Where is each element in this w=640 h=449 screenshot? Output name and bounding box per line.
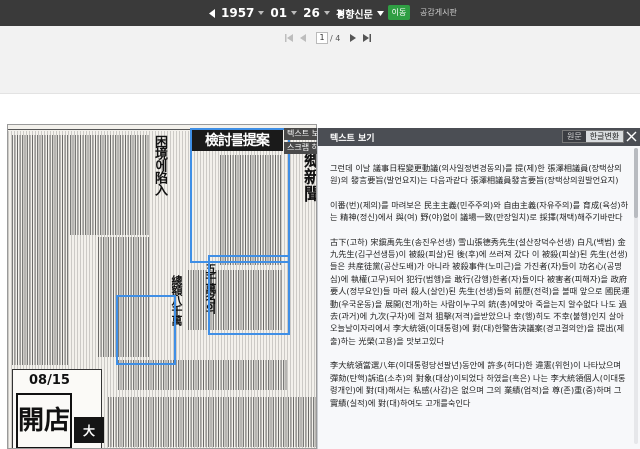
- day-dropdown-toggle[interactable]: [322, 11, 330, 15]
- article-highlight[interactable]: [116, 295, 176, 365]
- pager-bar: 1 / 4: [0, 26, 640, 94]
- newspaper-select[interactable]: 경향신문: [336, 5, 384, 21]
- headline-vertical: 困境에陷入: [152, 135, 167, 195]
- text-panel-header: 텍스트 보기 원문 한글변환: [318, 128, 640, 146]
- text-mode-tabs: 원문 한글변환: [562, 130, 625, 143]
- last-page-icon: [363, 34, 372, 42]
- article-paragraph: 古下(고하) 宋鎭禹先生(송진우선생) 雪山張德秀先生(설산장덕수선생) 白凡(…: [330, 236, 630, 346]
- page-navigator: 1 / 4: [282, 30, 374, 46]
- article-text-block: [70, 135, 150, 235]
- text-panel-scrollbar[interactable]: [634, 148, 638, 444]
- next-page-button[interactable]: [346, 31, 360, 45]
- scrollbar-thumb[interactable]: [634, 148, 638, 218]
- article-highlight[interactable]: [208, 255, 290, 335]
- page-total: / 4: [330, 33, 341, 43]
- ad-date: 08/15: [29, 373, 70, 388]
- next-page-icon: [350, 34, 357, 42]
- prev-page-button[interactable]: [296, 31, 310, 45]
- newspaper-page-image[interactable]: 困境에陷入 五千萬名의 總額八千萬 檢討를提案 郷新聞 08/15 開店 大: [7, 124, 317, 449]
- article-paragraph: 이番(번)(제의)를 마려보은 民主主義(민주주의)와 自由主義(자유주의)를 …: [330, 199, 629, 223]
- year-dropdown-toggle[interactable]: [256, 11, 265, 15]
- month-select[interactable]: 01: [270, 6, 287, 20]
- first-page-button[interactable]: [282, 31, 296, 45]
- page-number-input[interactable]: 1: [316, 32, 328, 44]
- text-panel-title: 텍스트 보기: [330, 134, 375, 144]
- date-navigator: 1957 01 26: [205, 0, 348, 26]
- ad-headline: 開店: [16, 393, 72, 448]
- prev-page-icon: [300, 34, 306, 42]
- article-text-block: [12, 135, 68, 365]
- article-text-block: [108, 397, 316, 447]
- article-paragraph: 李大統領當選八年(이대통령당선팔년)동안에 許多(허다)한 違憲(위헌)이 나타…: [330, 360, 626, 408]
- chevron-down-icon: [291, 11, 298, 15]
- go-button[interactable]: 이동: [388, 5, 410, 20]
- article-paragraph: 그런데 이날 議事日程變更動議(의사일정변경동의)를 提(제)한 張澤相議員(장…: [330, 163, 622, 186]
- ad-black-bar: 大: [74, 417, 104, 443]
- article-text-body: 그런데 이날 議事日程變更動議(의사일정변경동의)를 提(제)한 張澤相議員(장…: [330, 162, 630, 421]
- year-select[interactable]: 1957: [221, 6, 254, 20]
- first-page-icon: [285, 34, 293, 42]
- last-page-button[interactable]: [360, 31, 374, 45]
- top-nav-bar: 1957 01 26 경향신문 이동 공감게시판: [0, 0, 640, 26]
- chevron-down-icon: [376, 10, 384, 16]
- text-view-panel: 텍스트 보기 원문 한글변환 그런데 이날 議事日程變更動議(의사일정변경동의)…: [317, 128, 640, 449]
- chevron-down-icon: [258, 11, 265, 15]
- chevron-left-icon: [208, 8, 215, 18]
- article-highlight[interactable]: [190, 128, 290, 263]
- notice-board-link[interactable]: 공감게시판: [420, 7, 457, 18]
- day-select[interactable]: 26: [303, 6, 320, 20]
- close-icon[interactable]: [626, 131, 637, 142]
- tab-original[interactable]: 원문: [563, 131, 586, 142]
- prev-date-button[interactable]: [205, 6, 219, 20]
- tab-hangul-converted[interactable]: 한글변환: [585, 131, 624, 142]
- newspaper-select-label: 경향신문: [336, 9, 373, 21]
- chevron-down-icon: [323, 11, 330, 15]
- month-dropdown-toggle[interactable]: [289, 11, 298, 15]
